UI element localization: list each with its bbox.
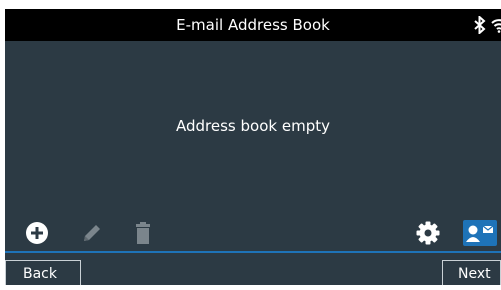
settings-button[interactable] xyxy=(416,221,440,245)
contact-card-icon[interactable] xyxy=(463,220,497,246)
title-bar: E-mail Address Book xyxy=(5,9,501,41)
edit-button[interactable] xyxy=(80,221,104,245)
app-panel: E-mail Address Book Address book empty B… xyxy=(5,9,501,285)
wifi-icon xyxy=(491,19,501,33)
bluetooth-icon xyxy=(474,16,486,34)
add-button[interactable] xyxy=(25,221,49,245)
back-button[interactable]: Back xyxy=(5,260,81,285)
empty-message: Address book empty xyxy=(176,117,330,135)
page-title: E-mail Address Book xyxy=(176,16,330,34)
next-button[interactable]: Next xyxy=(442,260,501,285)
screen: E-mail Address Book Address book empty B… xyxy=(0,0,501,290)
footer-divider xyxy=(5,251,501,253)
delete-button[interactable] xyxy=(131,221,155,245)
